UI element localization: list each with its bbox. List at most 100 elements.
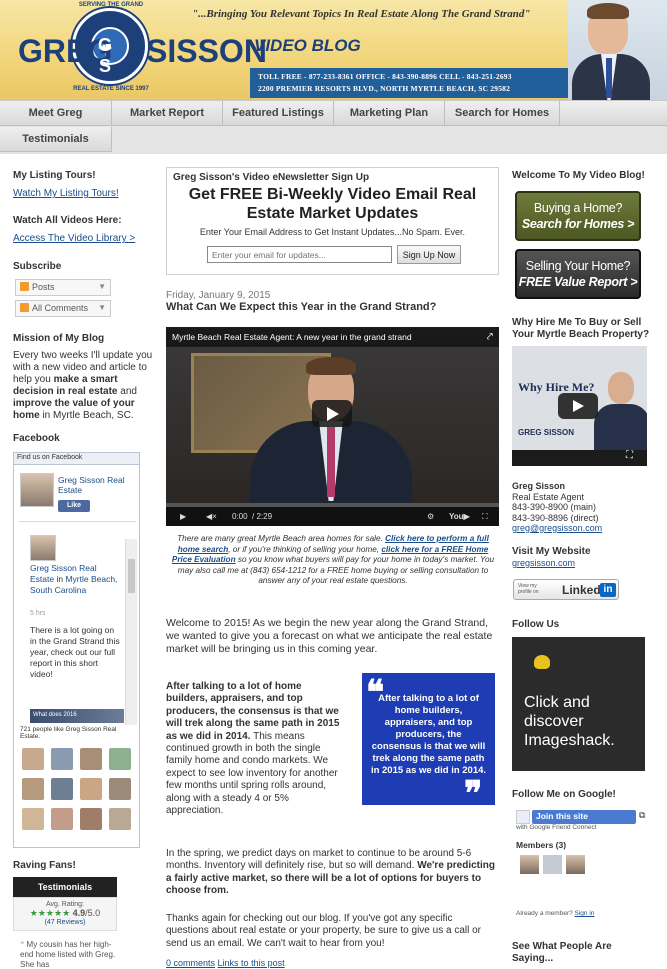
signup-headline: Get FREE Bi-Weekly Video Email Real Esta…	[188, 186, 477, 222]
facebook-title: Facebook	[13, 433, 60, 444]
subscribe-posts[interactable]: Posts ▼	[15, 279, 111, 296]
settings-gear-icon[interactable]: ⚙	[427, 507, 434, 526]
agent-contact-info: Greg Sisson Real Estate Agent 843-390-89…	[512, 481, 602, 534]
agent-photo	[568, 0, 667, 100]
buying-home-button[interactable]: Buying a Home? Search for Homes >	[515, 191, 641, 241]
fb-likes-count: 721 people like Greg Sisson Real Estate.	[20, 726, 117, 740]
why-hire-video[interactable]: Why Hire Me? GREG SISSON ⛶	[512, 346, 647, 466]
nav-testimonials[interactable]: Testimonials	[0, 127, 112, 152]
close-quote-icon: ❞	[464, 776, 483, 813]
subscribe-title: Subscribe	[13, 261, 62, 272]
signup-button[interactable]: Sign Up Now	[397, 245, 461, 264]
agent-phone-direct: 843-390-8896 (direct)	[512, 512, 599, 523]
nav-market-report[interactable]: Market Report	[112, 101, 223, 126]
members-count: Members (3)	[516, 840, 567, 850]
sign-in-link[interactable]: Sign in	[575, 910, 595, 917]
email-field[interactable]	[207, 246, 392, 263]
badge-bottom-text: REAL ESTATE SINCE 1997	[73, 86, 149, 92]
welcome-title: Welcome To My Video Blog!	[512, 170, 645, 181]
tours-link[interactable]: Watch My Listing Tours!	[13, 188, 119, 199]
video-player[interactable]: Myrtle Beach Real Estate Agent: A new ye…	[166, 327, 499, 526]
fb-page-name[interactable]: Greg Sisson Real Estate	[58, 475, 136, 495]
post-footer-links: 0 comments Links to this post	[166, 958, 285, 968]
why-video-logo: GREG SISSON	[518, 428, 575, 437]
video-controls: ▶ ◀× 0:00 / 2:29 ⚙ You▶ ⛶	[166, 507, 499, 526]
agent-phone-main: 843-390-8900 (main)	[512, 502, 597, 512]
header-tagline: "...Bringing You Relevant Topics In Real…	[192, 8, 531, 20]
rating-summary: Avg. Rating: ★★★★★ 4.9/5.0 (47 Reviews)	[13, 897, 117, 931]
open-quote-icon: ❝	[366, 675, 385, 712]
play-button[interactable]	[558, 393, 598, 419]
nav-search-homes[interactable]: Search for Homes	[445, 101, 560, 126]
chevron-down-icon: ▼	[98, 303, 106, 312]
website-title: Visit My Website	[512, 546, 591, 557]
rss-icon	[20, 282, 29, 291]
member-avatar[interactable]	[520, 855, 539, 874]
agent-name: Greg Sisson	[512, 481, 566, 491]
signup-kicker: Greg Sisson's Video eNewsletter Sign Up	[173, 172, 370, 183]
already-member-text: Already a member? Sign in	[516, 910, 595, 917]
imageshack-ad[interactable]: Click and discover Imageshack.	[512, 637, 645, 771]
video-time-current: 0:00	[232, 512, 248, 521]
testimonials-widget-title[interactable]: Testimonials	[13, 877, 117, 897]
agent-role: Real Estate Agent	[512, 491, 585, 502]
nav-meet-greg[interactable]: Meet Greg	[0, 101, 112, 126]
comments-link[interactable]: 0 comments	[166, 958, 215, 968]
youtube-logo-icon[interactable]: You▶	[449, 507, 470, 526]
fb-post-meta: Greg Sisson Real Estate in Myrtle Beach,…	[30, 563, 118, 595]
why-hire-title: Why Hire Me To Buy or Sell Your Myrtle B…	[512, 317, 650, 340]
share-icon[interactable]: ⤤	[487, 327, 493, 347]
member-avatar[interactable]	[543, 855, 562, 874]
main-nav: Meet Greg Market Report Featured Listing…	[0, 100, 667, 154]
contact-bar: TOLL FREE - 877-233-8361 OFFICE - 843-39…	[250, 68, 568, 98]
fb-page-avatar[interactable]	[20, 473, 54, 507]
fb-scrollbar[interactable]	[125, 539, 137, 725]
review-snippet: ❝ My cousin has her high-end home listed…	[20, 940, 116, 969]
facebook-widget: Find us on Facebook Greg Sisson Real Est…	[13, 452, 140, 848]
stars-icon: ★★★★★	[29, 908, 71, 918]
volume-icon[interactable]: ◀×	[206, 507, 217, 526]
nav-marketing-plan[interactable]: Marketing Plan	[334, 101, 445, 126]
fb-post-time: 5 hrs	[30, 610, 46, 617]
linkedin-icon: in	[600, 583, 616, 597]
contact-address: 2200 PREMIER RESORTS BLVD., NORTH MYRTLE…	[258, 84, 511, 93]
fullscreen-icon[interactable]: ⛶	[482, 507, 488, 526]
fullscreen-icon[interactable]: ⛶	[626, 450, 633, 461]
logo-badge-initials: G S	[97, 35, 118, 76]
mission-title: Mission of My Blog	[13, 333, 105, 344]
nav-featured-listings[interactable]: Featured Listings	[223, 101, 334, 126]
selling-home-button[interactable]: Selling Your Home? FREE Value Report >	[515, 249, 641, 299]
play-button[interactable]	[312, 400, 352, 427]
post-paragraph-2: After talking to a lot of home builders,…	[166, 681, 340, 817]
website-link[interactable]: gregsisson.com	[512, 558, 575, 568]
post-paragraph-4: Thanks again for checking out our blog. …	[166, 913, 481, 949]
play-icon[interactable]: ▶	[180, 507, 186, 526]
site-header: SERVING THE GRAND STRAND ✦ GREG G S SISS…	[0, 0, 667, 100]
fb-post-avatar[interactable]	[30, 535, 56, 561]
frog-icon	[534, 655, 550, 669]
member-avatar[interactable]	[566, 855, 585, 874]
popout-icon[interactable]: ⧉	[639, 810, 645, 821]
agent-email-link[interactable]: greg@gregsisson.com	[512, 523, 602, 533]
follow-title: Follow Us	[512, 619, 560, 630]
post-title[interactable]: What Can We Expect this Year in the Gran…	[166, 301, 436, 313]
join-site-button[interactable]: Join this site	[532, 810, 636, 824]
subscribe-comments[interactable]: All Comments ▼	[15, 300, 111, 317]
fb-like-button[interactable]: Like	[58, 500, 90, 512]
video-time-duration: / 2:29	[252, 512, 273, 521]
see-people-title: See What People Are Saying...	[512, 941, 612, 964]
fb-video-thumb[interactable]: What does 2016	[30, 709, 124, 723]
google-title: Follow Me on Google!	[512, 789, 616, 800]
post-intro: Welcome to 2015! As we begin the new yea…	[166, 617, 493, 655]
permalink[interactable]: Links to this post	[218, 958, 285, 968]
logo-text-right: SISSON	[146, 33, 267, 69]
raving-fans-title: Raving Fans!	[13, 860, 76, 871]
tours-title: My Listing Tours!	[13, 170, 96, 181]
video-caption: There are many great Myrtle Beach area h…	[171, 534, 495, 585]
fb-post-text: There is a lot going on in the Grand Str…	[30, 625, 120, 679]
nav-blank	[560, 101, 667, 126]
video-library-link[interactable]: Access The Video Library >	[13, 233, 135, 244]
signup-subtext: Enter Your Email Address to Get Instant …	[199, 227, 466, 237]
video-title[interactable]: Myrtle Beach Real Estate Agent: A new ye…	[172, 332, 412, 342]
linkedin-badge[interactable]: View my profile on Linked in	[513, 579, 619, 600]
